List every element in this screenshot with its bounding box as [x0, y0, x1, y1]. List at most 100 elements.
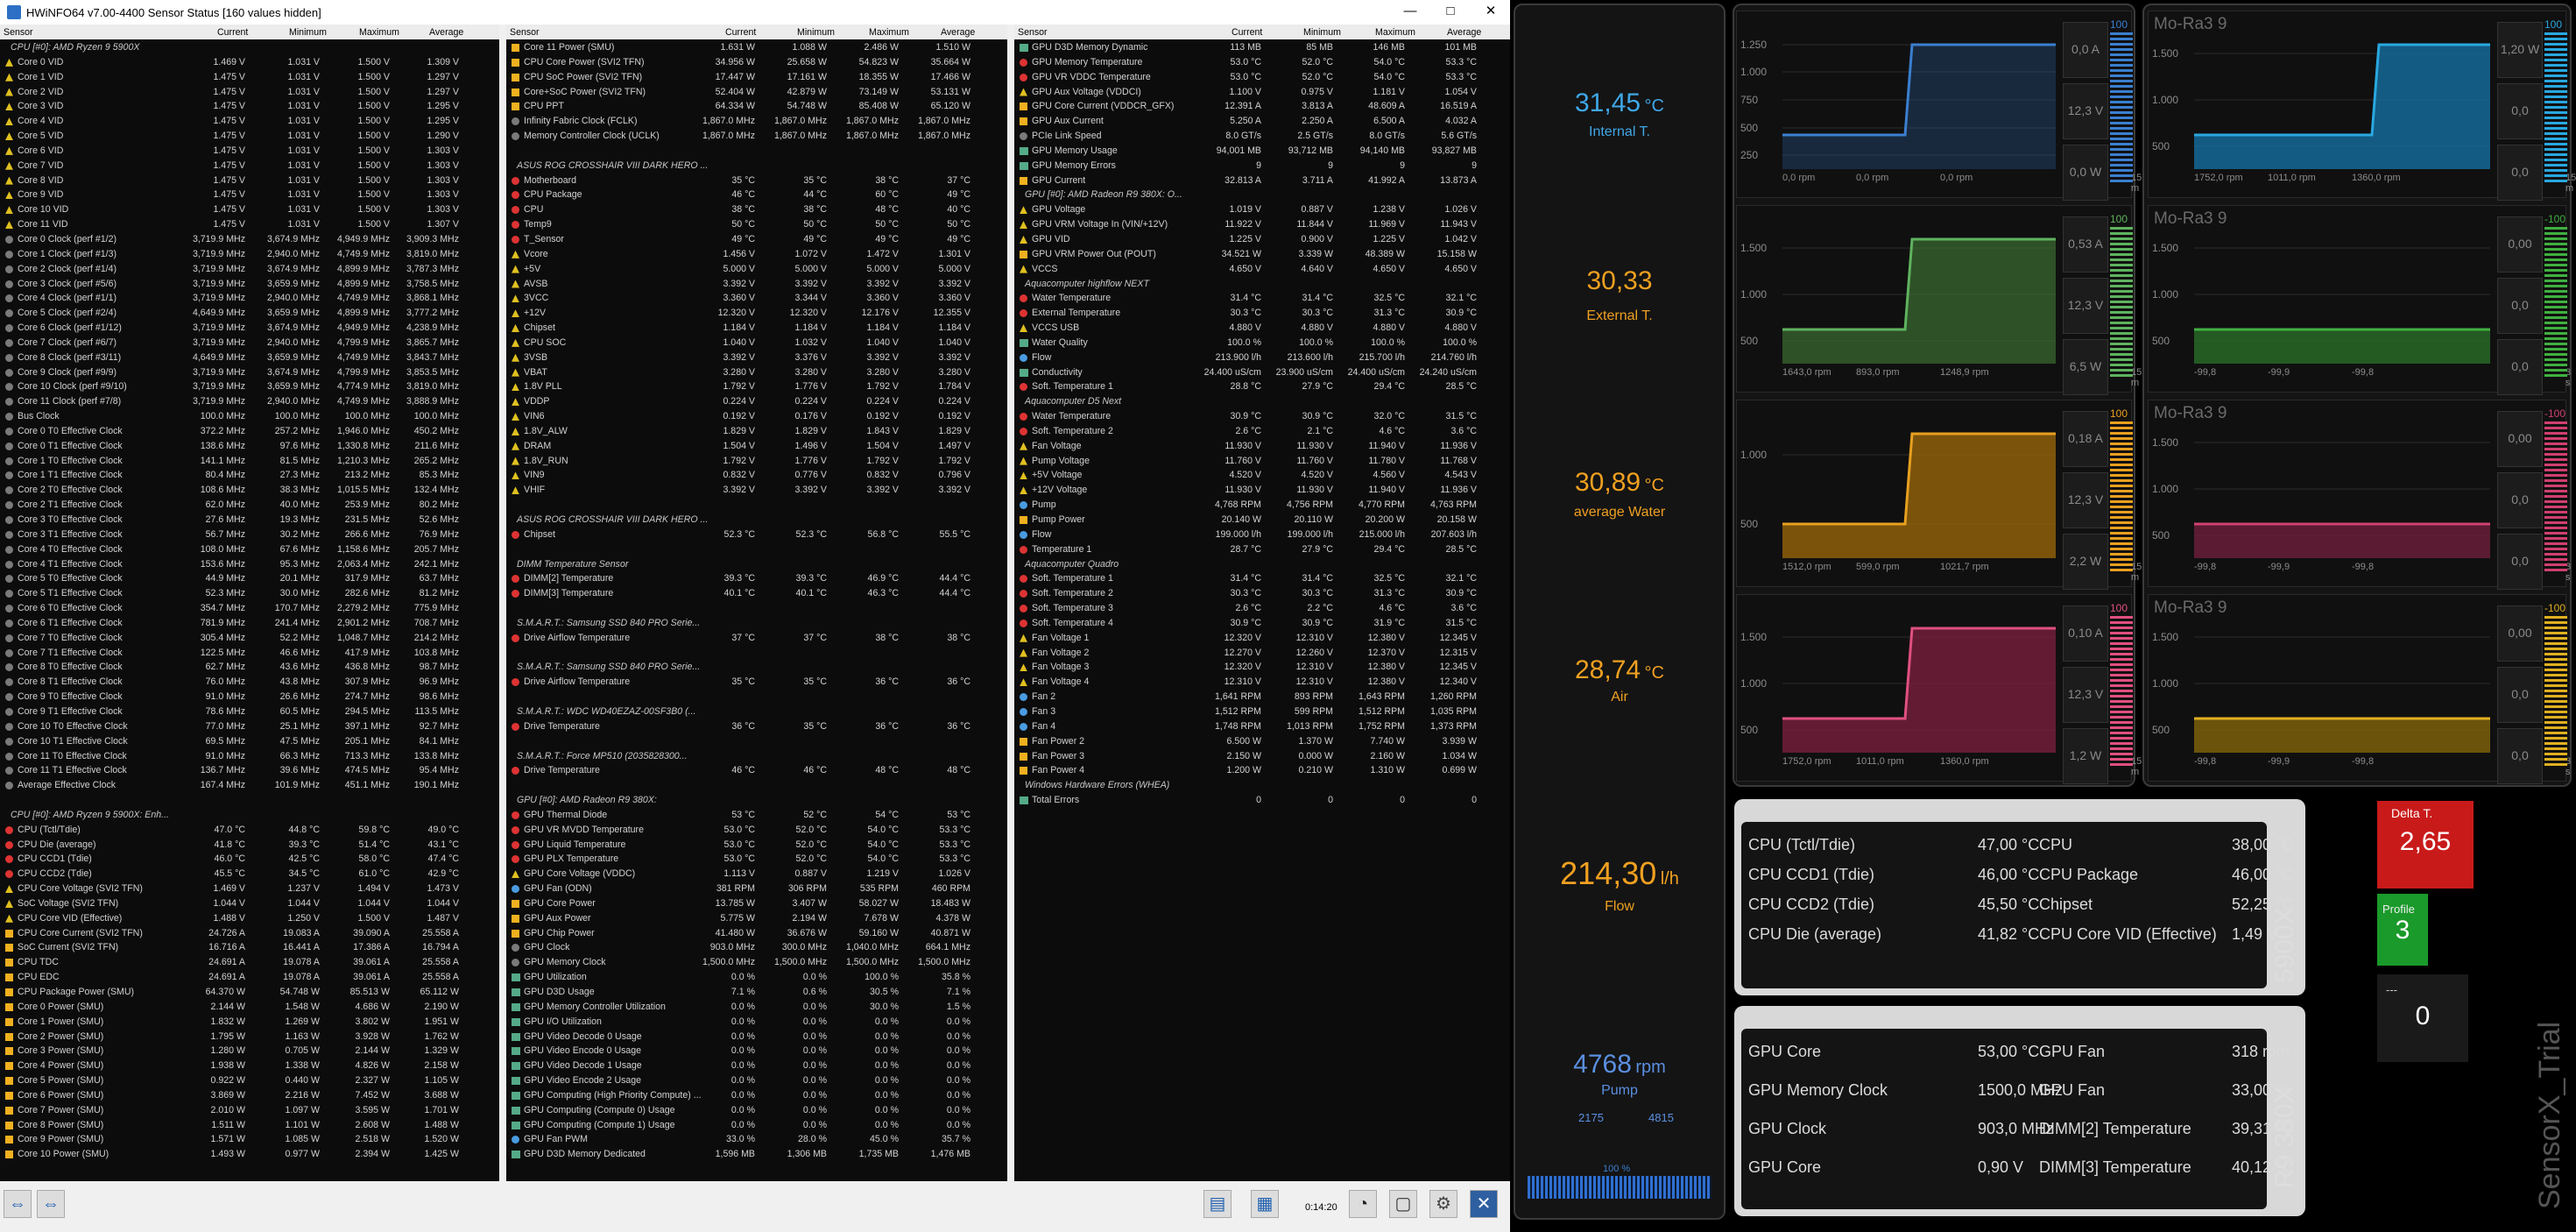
- sensor-row[interactable]: Core 6 VID 1.475 V 1.031 V 1.500 V 1.303 V: [0, 144, 499, 159]
- section-header[interactable]: Aquacomputer D5 Next: [1014, 394, 1510, 409]
- sensor-row[interactable]: Core 10 T1 Effective Clock 69.5 MHz 47.5 M…: [0, 734, 499, 749]
- sensor-row[interactable]: DIMM[3] Temperature 40.1 °C 40.1 °C 46.3 °C…: [506, 586, 1007, 601]
- sensor-row[interactable]: GPU Chip Power 41.480 W 36.676 W 59.160 W 40…: [506, 926, 1007, 941]
- column-header-minimum[interactable]: Minimum: [289, 27, 327, 38]
- sensor-row[interactable]: Core 7 VID 1.475 V 1.031 V 1.500 V 1.303 V: [0, 159, 499, 173]
- section-header[interactable]: ASUS ROG CROSSHAIR VIII DARK HERO ...: [506, 159, 1007, 173]
- column-header-current[interactable]: Current: [217, 27, 248, 38]
- sensor-row[interactable]: Core 9 VID 1.475 V 1.031 V 1.500 V 1.303 V: [0, 188, 499, 202]
- sensor-row[interactable]: +5V 5.000 V 5.000 V 5.000 V 5.000 V: [506, 262, 1007, 277]
- sensor-row[interactable]: CPU PPT 64.334 W 54.748 W 85.408 W 65.120 W: [506, 99, 1007, 114]
- sensor-row[interactable]: Core 5 Power (SMU) 0.922 W 0.440 W 2.327 W1…: [0, 1073, 499, 1088]
- section-header[interactable]: DIMM Temperature Sensor: [506, 557, 1007, 572]
- sensor-row[interactable]: Fan 2 1,641 RPM 893 RPM 1,643 RPM 1,260 RPM: [1014, 690, 1510, 705]
- sensor-row[interactable]: Core 11 T0 Effective Clock 91.0 MHz 66.3 M…: [0, 749, 499, 764]
- counter-tile[interactable]: --- 0: [2377, 974, 2468, 1062]
- nav-right-icon[interactable]: ⇔: [37, 1190, 65, 1218]
- sensor-row[interactable]: GPU Memory Clock 1,500.0 MHz 1,500.0 MHz 1,…: [506, 955, 1007, 970]
- sensor-row[interactable]: Core 5 Clock (perf #2/4) 4,649.9 MHz 3,659…: [0, 306, 499, 321]
- sensor-row[interactable]: GPU VID 1.225 V 0.900 V 1.225 V 1.042 V: [1014, 232, 1510, 247]
- sensor-row[interactable]: 3VSB 3.392 V 3.376 V 3.392 V 3.392 V: [506, 350, 1007, 365]
- sensor-row[interactable]: Fan Voltage 2 12.270 V 12.260 V 12.370 V 12.…: [1014, 646, 1510, 661]
- sensor-row[interactable]: 1.8V PLL 1.792 V 1.776 V 1.792 V 1.784 V: [506, 379, 1007, 394]
- sensor-row[interactable]: GPU Video Decode 0 Usage 0.0 % 0.0 % 0.0 % 0…: [506, 1030, 1007, 1044]
- sensor-row[interactable]: Core 5 T0 Effective Clock 44.9 MHz 20.1 MH…: [0, 571, 499, 586]
- sensor-pane-2[interactable]: Sensor Current Minimum Maximum Average Core 1…: [506, 25, 1007, 1181]
- sensor-row[interactable]: Core 3 Clock (perf #5/6) 3,719.9 MHz 3,659…: [0, 277, 499, 292]
- sensor-row[interactable]: Core 11 Power (SMU) 1.631 W 1.088 W 2.486 W…: [506, 40, 1007, 55]
- sensor-row[interactable]: GPU Video Encode 2 Usage 0.0 % 0.0 % 0.0 % 0…: [506, 1073, 1007, 1088]
- section-header[interactable]: ASUS ROG CROSSHAIR VIII DARK HERO ...: [506, 513, 1007, 527]
- sensor-row[interactable]: Core 9 Clock (perf #9/9) 3,719.9 MHz 3,674…: [0, 365, 499, 380]
- sensor-row[interactable]: Core 11 T1 Effective Clock 136.7 MHz 39.6 …: [0, 763, 499, 778]
- fan2-graph[interactable]: 1.500 1.000 500 1643,0 rpm 893,0 rpm 1248,9 r…: [1736, 205, 2142, 395]
- sensor-row[interactable]: GPU Memory Errors 9 9 9 9: [1014, 159, 1510, 173]
- sensor-row[interactable]: Drive Temperature 46 °C 46 °C 48 °C 48 °C: [506, 763, 1007, 778]
- section-header[interactable]: S.M.A.R.T.: Force MP510 (2035828300...: [506, 749, 1007, 764]
- sensor-row[interactable]: CPU CCD2 (Tdie) 45.5 °C 34.5 °C 61.0 °C 42.9…: [0, 867, 499, 882]
- section-header[interactable]: GPU [#0]: AMD Radeon R9 380X: O...: [1014, 188, 1510, 202]
- sensor-row[interactable]: Core 1 Power (SMU) 1.832 W 1.269 W 3.802 W1…: [0, 1015, 499, 1030]
- sensor-row[interactable]: Core 8 T1 Effective Clock 76.0 MHz 43.8 MH…: [0, 675, 499, 690]
- sensor-row[interactable]: GPU D3D Memory Dynamic 113 MB 85 MB 146 MB 1…: [1014, 40, 1510, 55]
- column-header-minimum[interactable]: Minimum: [1303, 27, 1341, 38]
- sensor-row[interactable]: GPU Fan PWM 33.0 % 28.0 % 45.0 % 35.7 %: [506, 1132, 1007, 1147]
- sensor-row[interactable]: VBAT 3.280 V 3.280 V 3.280 V 3.280 V: [506, 365, 1007, 380]
- gear-icon[interactable]: ⚙: [1429, 1190, 1457, 1218]
- sensor-row[interactable]: Core 10 Power (SMU) 1.493 W 0.977 W 2.394 W…: [0, 1147, 499, 1162]
- sensor-row[interactable]: Fan Power 3 2.150 W 0.000 W 2.160 W 1.034 W: [1014, 749, 1510, 764]
- sensor-row[interactable]: Core 6 Power (SMU) 3.869 W 2.216 W 7.452 W3…: [0, 1088, 499, 1103]
- sensor-row[interactable]: Water Temperature 31.4 °C 31.4 °C 32.5 °C 32…: [1014, 291, 1510, 306]
- sensor-row[interactable]: Flow 199.000 l/h 199.000 l/h 215.000 l/h 207…: [1014, 527, 1510, 542]
- sensor-row[interactable]: GPU Utilization 0.0 % 0.0 % 100.0 % 35.8 %: [506, 970, 1007, 985]
- sensor-row[interactable]: Core 6 Clock (perf #1/12) 3,719.9 MHz 3,67…: [0, 321, 499, 336]
- sensor-row[interactable]: Core 2 Clock (perf #1/4) 3,719.9 MHz 3,674…: [0, 262, 499, 277]
- sensor-row[interactable]: CPU Core Power (SVI2 TFN) 34.956 W 25.658 …: [506, 55, 1007, 70]
- sensor-row[interactable]: VHIF 3.392 V 3.392 V 3.392 V 3.392 V: [506, 483, 1007, 498]
- sensor-row[interactable]: 1.8V_ALW 1.829 V 1.829 V 1.843 V 1.829 V: [506, 424, 1007, 439]
- sensor-row[interactable]: GPU Memory Controller Utilization 0.0 % 0.…: [506, 1000, 1007, 1015]
- sensor-row[interactable]: VCCS USB 4.880 V 4.880 V 4.880 V 4.880 V: [1014, 321, 1510, 336]
- sensor-row[interactable]: Core 0 Power (SMU) 2.144 W 1.548 W 4.686 W2…: [0, 1000, 499, 1015]
- sensor-row[interactable]: CPU Package 46 °C 44 °C 60 °C 49 °C: [506, 188, 1007, 202]
- sensor-row[interactable]: GPU Aux Power 5.775 W 2.194 W 7.678 W 4.378 …: [506, 911, 1007, 926]
- sensor-row[interactable]: Core 7 Power (SMU) 2.010 W 1.097 W 3.595 W1…: [0, 1103, 499, 1118]
- section-header[interactable]: GPU [#0]: AMD Radeon R9 380X:: [506, 793, 1007, 808]
- sensor-row[interactable]: GPU Core Current (VDDCR_GFX) 12.391 A 3.81…: [1014, 99, 1510, 114]
- sensor-row[interactable]: DIMM[2] Temperature 39.3 °C 39.3 °C 46.9 °C…: [506, 571, 1007, 586]
- sensor-row[interactable]: [506, 646, 1007, 661]
- sensor-row[interactable]: GPU Video Encode 0 Usage 0.0 % 0.0 % 0.0 % 0…: [506, 1044, 1007, 1059]
- sensor-row[interactable]: GPU Computing (Compute 0) Usage 0.0 % 0.0 …: [506, 1103, 1007, 1118]
- sensor-row[interactable]: Soft. Temperature 2 2.6 °C 2.1 °C 4.6 °C 3.6…: [1014, 424, 1510, 439]
- sensor-row[interactable]: GPU Aux Voltage (VDDCI) 1.100 V 0.975 V 1.1…: [1014, 85, 1510, 100]
- sensor-row[interactable]: GPU Computing (Compute 1) Usage 0.0 % 0.0 …: [506, 1118, 1007, 1133]
- section-header[interactable]: Aquacomputer highflow NEXT: [1014, 277, 1510, 292]
- column-header-minimum[interactable]: Minimum: [797, 27, 835, 38]
- sensor-row[interactable]: GPU PLX Temperature 53.0 °C 52.0 °C 54.0 °C…: [506, 852, 1007, 867]
- sensor-row[interactable]: GPU Aux Current 5.250 A 2.250 A 6.500 A 4.03…: [1014, 114, 1510, 129]
- column-header-sensor[interactable]: Sensor: [510, 27, 540, 38]
- sensor-row[interactable]: Pump Voltage 11.760 V 11.760 V 11.780 V 11.7…: [1014, 454, 1510, 469]
- sensor-row[interactable]: +12V Voltage 11.930 V 11.930 V 11.940 V 11.9…: [1014, 483, 1510, 498]
- sensor-row[interactable]: Total Errors 0 0 0 0: [1014, 793, 1510, 808]
- close-toolbar-icon[interactable]: ✕: [1470, 1190, 1498, 1218]
- sensor-row[interactable]: VDDP 0.224 V 0.224 V 0.224 V 0.224 V: [506, 394, 1007, 409]
- sensor-row[interactable]: Core 10 VID 1.475 V 1.031 V 1.500 V 1.303 V: [0, 202, 499, 217]
- column-header-maximum[interactable]: Maximum: [1375, 27, 1415, 38]
- sensor-row[interactable]: External Temperature 30.3 °C 30.3 °C 31.3 °…: [1014, 306, 1510, 321]
- sensor-row[interactable]: CPU TDC 24.691 A 19.078 A 39.061 A 25.558 A: [0, 955, 499, 970]
- sensor-row[interactable]: Flow 213.900 l/h 213.600 l/h 215.700 l/h 214…: [1014, 350, 1510, 365]
- sensor-row[interactable]: Core 9 T1 Effective Clock 78.6 MHz 60.5 MH…: [0, 705, 499, 719]
- sensor-row[interactable]: GPU Core Power 13.785 W 3.407 W 58.027 W 18.…: [506, 896, 1007, 911]
- sensor-row[interactable]: Core 10 Clock (perf #9/10) 3,719.9 MHz 3,6…: [0, 379, 499, 394]
- sensor-row[interactable]: Chipset 1.184 V 1.184 V 1.184 V 1.184 V: [506, 321, 1007, 336]
- clock-icon[interactable]: ◔: [1349, 1190, 1377, 1218]
- pane-header[interactable]: Sensor Current Minimum Maximum Average: [1014, 25, 1510, 39]
- sensor-row[interactable]: Core 3 VID 1.475 V 1.031 V 1.500 V 1.295 V: [0, 99, 499, 114]
- sensor-row[interactable]: GPU VRM Voltage In (VIN/+12V) 11.922 V 11.…: [1014, 217, 1510, 232]
- section-header[interactable]: Aquacomputer Quadro: [1014, 557, 1510, 572]
- column-header-current[interactable]: Current: [725, 27, 756, 38]
- column-header-maximum[interactable]: Maximum: [359, 27, 399, 38]
- sensor-row[interactable]: GPU Fan (ODN) 381 RPM 306 RPM 535 RPM 460 RP…: [506, 882, 1007, 896]
- sensor-row[interactable]: GPU D3D Memory Dedicated 1,596 MB 1,306 MB…: [506, 1147, 1007, 1162]
